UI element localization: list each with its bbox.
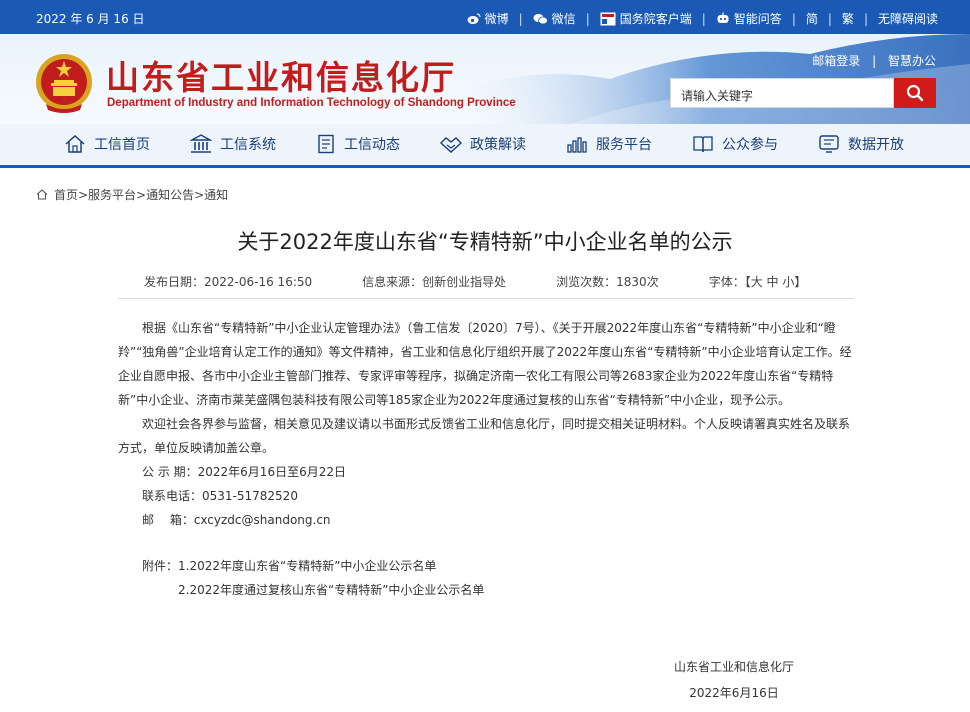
document-icon (318, 134, 334, 154)
attachment-link[interactable]: 2.2022年度通过复核山东省“专精特新”中小企业公示名单 (118, 578, 854, 602)
weibo-label: 微博 (484, 12, 509, 26)
notice-period: 公 示 期：2022年6月16日至6月22日 (142, 465, 346, 479)
home-icon (65, 134, 85, 153)
divider: | (863, 11, 868, 26)
weibo-link[interactable]: 微博 (467, 10, 509, 27)
contact-email: 邮 箱：cxcyzdc@shandong.cn (142, 513, 331, 527)
robot-icon (717, 12, 729, 23)
accessibility-link[interactable]: 无障碍阅读 (878, 10, 938, 27)
nav-label: 数据开放 (848, 137, 904, 153)
book-icon (693, 136, 713, 153)
article-title: 关于2022年度山东省“专精特新”中小企业名单的公示 (237, 230, 733, 254)
nav-item-news[interactable]: 工信动态 (316, 134, 400, 154)
view-count: 浏览次数：1830次 (556, 275, 659, 289)
header-links: 邮箱登录 | 智慧办公 (812, 52, 936, 69)
site-subtitle: Department of Industry and Information T… (107, 97, 516, 109)
mail-login-link[interactable]: 邮箱登录 (812, 54, 860, 68)
traditional-link[interactable]: 繁 (842, 10, 854, 27)
smart-qa-label: 智能问答 (733, 12, 782, 26)
wechat-link[interactable]: 微信 (533, 10, 576, 27)
national-emblem-icon (36, 54, 92, 113)
nav-item-public[interactable]: 公众参与 (692, 134, 778, 154)
search-button[interactable] (894, 78, 936, 108)
nav-label: 工信首页 (94, 137, 150, 153)
info-source: 信息来源：创新创业指导处 (362, 275, 507, 289)
nav-label: 公众参与 (722, 137, 778, 153)
attachment-link[interactable]: 附件：1.2022年度山东省“专精特新”中小企业公示名单 (118, 554, 854, 578)
divider: | (518, 11, 523, 26)
nav-label: 服务平台 (596, 137, 652, 153)
breadcrumb: 首页>服务平台>通知公告>通知 (36, 186, 228, 203)
weibo-icon (467, 12, 481, 24)
contact-phone: 联系电话：0531-51782520 (142, 489, 298, 503)
search-input[interactable]: 请输入关键字 (670, 78, 894, 108)
nav-label: 工信系统 (220, 137, 276, 153)
signature-org: 山东省工业和信息化厅 (674, 660, 795, 674)
smart-office-link[interactable]: 智慧办公 (888, 54, 936, 68)
nav-item-home[interactable]: 工信首页 (64, 134, 150, 154)
divider: | (872, 54, 877, 68)
top-links: 微博 | 微信 | 国务院客户端 | 智能问答 | 简 | 繁 | 无障碍阅读 (467, 10, 938, 27)
site-title[interactable]: 山东省工业和信息化厅 (106, 51, 456, 99)
building-icon (190, 134, 212, 153)
simplified-link[interactable]: 简 (806, 10, 818, 27)
state-council-app-icon (600, 12, 616, 25)
search-box: 请输入关键字 (670, 78, 936, 108)
chart-icon (567, 137, 587, 153)
divider: | (827, 11, 832, 26)
signature: 山东省工业和信息化厅 2022年6月16日 (674, 654, 794, 706)
signature-date: 2022年6月16日 (689, 686, 779, 700)
wechat-label: 微信 (551, 12, 576, 26)
home-icon (36, 189, 48, 200)
divider (118, 298, 854, 299)
nav-label: 工信动态 (344, 137, 400, 153)
search-icon (906, 84, 924, 102)
divider: | (791, 11, 796, 26)
nav-label: 政策解读 (470, 137, 526, 153)
nav-item-system[interactable]: 工信系统 (190, 134, 276, 154)
nav-item-data[interactable]: 数据开放 (818, 134, 904, 154)
main-nav: 工信首页 工信系统 工信动态 政策解读 服务平台 公众参与 数据开放 (0, 124, 970, 168)
nav-underline (0, 165, 970, 168)
paragraph: 根据《山东省“专精特新”中小企业认定管理办法》（鲁工信发〔2020〕7号）、《关… (118, 321, 852, 407)
breadcrumb-path[interactable]: 首页>服务平台>通知公告>通知 (54, 186, 228, 203)
divider: | (701, 11, 706, 26)
font-size-switcher[interactable]: 字体：【大 中 小】 (709, 273, 807, 290)
nav-item-policy[interactable]: 政策解读 (440, 134, 526, 154)
paragraph: 欢迎社会各界参与监督，相关意见及建议请以书面形式反馈省工业和信息化厅，同时提交相… (118, 417, 851, 455)
divider: | (585, 11, 590, 26)
article-body: 根据《山东省“专精特新”中小企业认定管理办法》（鲁工信发〔2020〕7号）、《关… (118, 316, 854, 602)
article-meta: 发布日期：2022-06-16 16:50 信息来源：创新创业指导处 浏览次数：… (144, 273, 806, 290)
state-council-app-label: 国务院客户端 (619, 12, 692, 26)
top-bar: 2022 年 6 月 16 日 微博 | 微信 | 国务院客户端 | 智能问答 … (0, 0, 970, 34)
data-icon (819, 135, 839, 153)
current-date: 2022 年 6 月 16 日 (36, 12, 145, 26)
handshake-icon (440, 137, 462, 153)
site-header: 山东省工业和信息化厅 Department of Industry and In… (0, 34, 970, 124)
nav-item-service[interactable]: 服务平台 (566, 134, 652, 154)
smart-qa-link[interactable]: 智能问答 (716, 10, 782, 27)
publish-date: 发布日期：2022-06-16 16:50 (144, 275, 313, 289)
wechat-icon (533, 13, 548, 24)
state-council-app-link[interactable]: 国务院客户端 (600, 10, 692, 27)
